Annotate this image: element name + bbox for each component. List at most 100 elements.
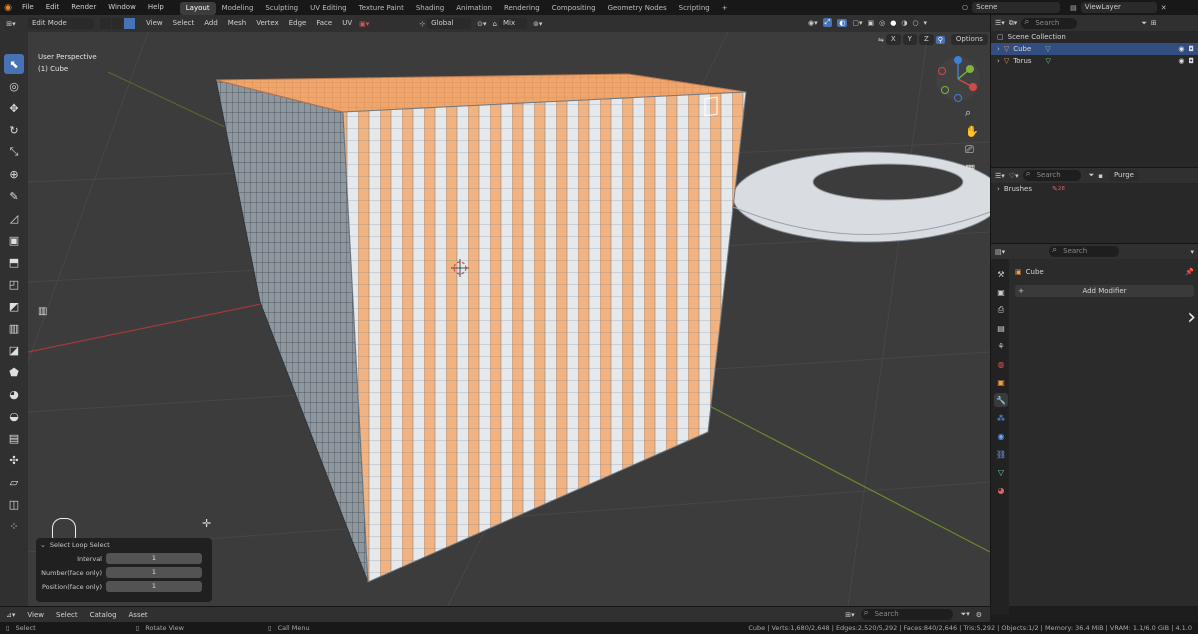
ortho-grid-icon[interactable]: ▦ — [965, 162, 979, 175]
tool-tab-icon[interactable]: ⚒ — [994, 267, 1008, 281]
tab-modeling[interactable]: Modeling — [216, 2, 260, 15]
navigation-gizmo[interactable] — [933, 54, 983, 104]
new-collection-icon[interactable]: ⊞ — [1151, 19, 1157, 27]
cursor-tool-icon[interactable]: ◎ — [4, 76, 24, 96]
expand-arrow-icon[interactable]: › — [997, 183, 1000, 195]
menu-help[interactable]: Help — [142, 0, 170, 15]
outliner-filter-icon[interactable]: ⏷ — [1141, 19, 1147, 28]
constraints-tab-icon[interactable]: ⛓ — [994, 447, 1008, 461]
shear-tool-icon[interactable]: ▱ — [4, 472, 24, 492]
menu-edit[interactable]: Edit — [40, 0, 66, 15]
expand-arrow-icon[interactable]: › — [997, 55, 1000, 67]
eye-icon[interactable]: ◉ — [1178, 43, 1184, 55]
3d-viewport[interactable]: User Perspective (1) Cube ⇋ X Y Z ⚲ Opti… — [28, 32, 990, 606]
visibility-icon[interactable]: ◉▾ — [808, 19, 818, 27]
menu-vertex[interactable]: Vertex — [251, 15, 284, 32]
solid-shading-icon[interactable]: ● — [890, 19, 896, 27]
shelf-search[interactable]: Search — [860, 608, 953, 620]
shrink-fatten-tool-icon[interactable]: ✣ — [4, 450, 24, 470]
scene-tab-icon[interactable]: ⚘ — [994, 339, 1008, 353]
tab-compositing[interactable]: Compositing — [546, 2, 602, 15]
tab-sculpting[interactable]: Sculpting — [259, 2, 304, 15]
shelf-menu-view[interactable]: View — [21, 611, 50, 619]
add-workspace-button[interactable]: + — [716, 2, 734, 15]
tab-scripting[interactable]: Scripting — [673, 2, 716, 15]
chevron-right-icon[interactable]: › — [1187, 305, 1196, 330]
axis-z-toggle[interactable]: Z — [918, 34, 934, 45]
mode-selector[interactable]: Edit Mode — [28, 18, 94, 29]
asset-options-icon[interactable]: ▪ — [1098, 172, 1103, 180]
shelf-menu-asset[interactable]: Asset — [123, 611, 154, 619]
tab-layout[interactable]: Layout — [179, 1, 216, 15]
menu-select[interactable]: Select — [168, 15, 200, 32]
proportional-edit-icon[interactable]: ⊚▾ — [533, 20, 542, 28]
output-tab-icon[interactable]: ⎙ — [994, 303, 1008, 317]
view-layer-tab-icon[interactable]: ▤ — [994, 321, 1008, 335]
purge-button[interactable]: Purge — [1108, 170, 1139, 181]
interval-field[interactable]: 1 — [106, 553, 202, 564]
properties-options-icon[interactable]: ▾ — [1190, 248, 1194, 256]
heart-icon[interactable]: ♡▾ — [1009, 172, 1019, 180]
pivot-icon[interactable]: ⊙▾ — [477, 20, 486, 28]
rip-tool-icon[interactable]: ◫ — [4, 494, 24, 514]
menu-uv[interactable]: UV — [337, 15, 357, 32]
menu-mesh[interactable]: Mesh — [223, 15, 251, 32]
position-field[interactable]: 1 — [106, 581, 202, 592]
menu-file[interactable]: File — [16, 0, 40, 15]
auto-merge-icon[interactable]: ⚲ — [935, 35, 945, 44]
asset-search[interactable]: Search — [1022, 169, 1081, 181]
add-modifier-button[interactable]: + Add Modifier — [1015, 285, 1194, 297]
data-tab-icon[interactable]: ▽ — [994, 465, 1008, 479]
vertex-select-icon[interactable] — [100, 18, 111, 29]
filter-display-icon[interactable]: ⧉▾ — [1009, 19, 1018, 28]
menu-add[interactable]: Add — [199, 15, 223, 32]
wireframe-shading-icon[interactable]: ◎ — [879, 19, 885, 27]
view-layer-field[interactable]: ViewLayer — [1080, 2, 1157, 13]
outliner-editor-icon[interactable]: ☰▾ — [995, 19, 1005, 27]
particles-tab-icon[interactable]: ⁂ — [994, 411, 1008, 425]
asset-filter-icon[interactable]: ⏷ — [1089, 171, 1095, 180]
asset-editor-icon[interactable]: ☰▾ — [995, 172, 1005, 180]
shelf-filter-icon[interactable]: ⏷▾ — [961, 610, 970, 619]
spin-tool-icon[interactable]: ◕ — [4, 384, 24, 404]
knife-tool-icon[interactable]: ◪ — [4, 340, 24, 360]
edge-select-icon[interactable] — [112, 18, 123, 29]
tab-texture-paint[interactable]: Texture Paint — [353, 2, 410, 15]
menu-face[interactable]: Face — [311, 15, 337, 32]
extrude-tool-icon[interactable]: ⬒ — [4, 252, 24, 272]
snap-icon[interactable]: ⌂ — [493, 20, 497, 28]
zoom-icon[interactable]: ⌕ — [965, 106, 979, 120]
render-tab-icon[interactable]: ▣ — [994, 285, 1008, 299]
edge-slide-tool-icon[interactable]: ▤ — [4, 428, 24, 448]
transform-tool-icon[interactable]: ⊕ — [4, 164, 24, 184]
outliner-item-torus[interactable]: › ▽ Torus ▽ ◉ ◘ — [991, 55, 1198, 67]
camera-render-icon[interactable]: ◘ — [1188, 55, 1194, 67]
poly-build-tool-icon[interactable]: ⬟ — [4, 362, 24, 382]
properties-editor-icon[interactable]: ▤▾ — [995, 248, 1005, 256]
scene-field[interactable]: Scene — [972, 2, 1061, 13]
asset-shelf-editor-icon[interactable]: ⊿▾ — [0, 611, 21, 619]
orientation-selector[interactable]: Global — [427, 18, 472, 29]
menu-view[interactable]: View — [141, 15, 168, 32]
uv-sync-icon[interactable]: ▣▾ — [359, 20, 369, 28]
modifier-tab-icon[interactable]: 🔧 — [994, 393, 1008, 407]
snap-selector[interactable]: Mix — [499, 18, 527, 29]
material-tab-icon[interactable]: ◕ — [994, 483, 1008, 497]
overlay-icon[interactable]: ◐ — [837, 18, 848, 27]
scene-collection-row[interactable]: ▢ Scene Collection — [991, 31, 1198, 43]
shading-options-icon[interactable]: ▾ — [924, 19, 928, 27]
rendered-shading-icon[interactable]: ○ — [912, 19, 918, 27]
material-shading-icon[interactable]: ◑ — [901, 19, 907, 27]
pin-icon[interactable]: 📌 — [1185, 268, 1194, 276]
brushes-row[interactable]: › Brushes ✎ 28 — [991, 183, 1198, 195]
move-tool-icon[interactable]: ✥ — [4, 98, 24, 118]
blender-logo-icon[interactable]: ◉ — [0, 0, 16, 15]
menu-render[interactable]: Render — [65, 0, 102, 15]
sidebar-toggle-icon[interactable]: ▥ — [38, 306, 47, 317]
pan-hand-icon[interactable]: ✋ — [965, 125, 979, 138]
editor-type-icon[interactable]: ⊞▾ — [0, 20, 22, 28]
close-icon[interactable]: ✕ — [1161, 4, 1167, 12]
add-cube-tool-icon[interactable]: ▣ — [4, 230, 24, 250]
display-mode-icon[interactable]: ⊞▾ — [845, 611, 854, 619]
smooth-tool-icon[interactable]: ◒ — [4, 406, 24, 426]
